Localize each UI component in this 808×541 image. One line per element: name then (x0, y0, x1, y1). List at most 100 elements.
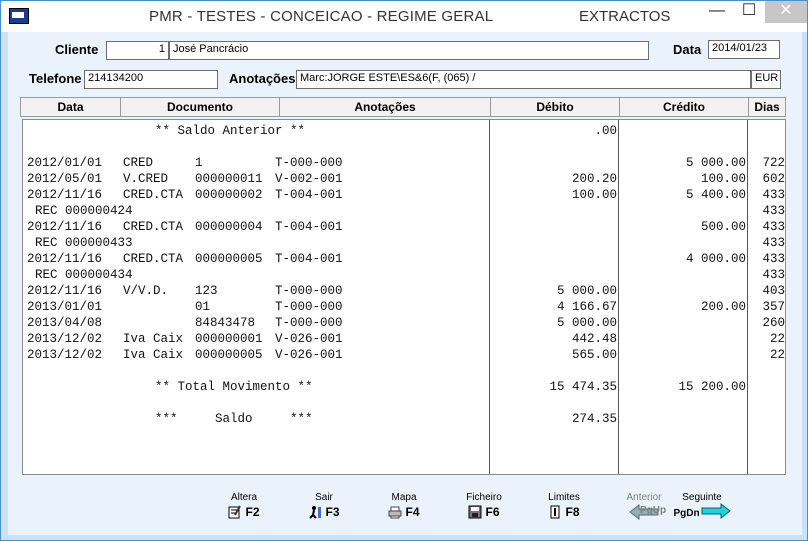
toolbar-button-key: PgUp (640, 505, 667, 516)
row-dias: 433 (762, 252, 785, 266)
row-date: 2012/11/16 (27, 220, 103, 234)
row-date: 2013/01/01 (27, 300, 103, 314)
row-debito: 4 166.67 (556, 300, 617, 314)
saldo-value: 274.35 (571, 412, 617, 426)
toolbar-button-key: F6 (485, 504, 500, 519)
cliente-label: Cliente (55, 42, 99, 57)
row-credito: 500.00 (700, 220, 746, 234)
toolbar-button-altera[interactable]: Altera F2 (214, 492, 274, 521)
toolbar-button-label: Anterior (626, 492, 662, 503)
row-dias: 433 (762, 236, 785, 250)
row-document: 000000001 (195, 332, 263, 346)
row-dias: 260 (762, 316, 785, 330)
toolbar-button-label: Ficheiro (466, 492, 502, 503)
row-document: 000000002 (195, 188, 263, 202)
toolbar-button-ficheiro[interactable]: Ficheiro F6 (454, 492, 514, 521)
row-document: 000000005 (195, 348, 263, 362)
movement-row: 2012/01/01 CRED 1 T-000-000 5 000.00 722 (23, 156, 785, 172)
movement-row: 2013/01/01 01 T-000-000 4 166.67 200.00 357 (23, 300, 785, 316)
toolbar-button-key: F3 (325, 504, 340, 519)
saldo-label: *** Saldo *** (155, 412, 313, 426)
col-header-credito[interactable]: Crédito (619, 97, 749, 117)
col-header-documento[interactable]: Documento (120, 97, 280, 117)
receipt-ref: REC 000000434 (35, 268, 133, 282)
app-icon[interactable] (9, 8, 29, 24)
row-annotation: T-000-000 (275, 156, 343, 170)
row-credito: 200.00 (700, 300, 746, 314)
total-movimento-label: ** Total Movimento ** (155, 380, 313, 394)
movement-row: 2012/11/16 V/V.D. 123 T-000-000 5 000.00 403 (23, 284, 785, 300)
anotacoes-field[interactable]: Marc:JORGE ESTE\ES&6(F, (065) / (296, 70, 751, 89)
receipt-ref: REC 000000433 (35, 236, 133, 250)
row-dias: 602 (762, 172, 785, 186)
row-annotation: T-000-000 (275, 300, 343, 314)
movement-row: 2013/12/02 Iva Caix 000000001 V-026-001 442.… (23, 332, 785, 348)
total-credito: 15 200.00 (678, 380, 746, 394)
row-annotation: V-026-001 (275, 332, 343, 346)
extract-report[interactable]: ** Saldo Anterior ** .00 2012/01/01 CRED 1… (22, 119, 786, 475)
saldo-anterior-row: ** Saldo Anterior ** .00 (23, 124, 785, 140)
minimize-button[interactable]: — (701, 1, 733, 23)
row-document: 01 (195, 300, 211, 314)
toolbar-button-label: Seguinte (682, 492, 722, 503)
row-type: Iva Caix (123, 332, 184, 346)
row-credito: 5 000.00 (685, 156, 746, 170)
telefone-label: Telefone (29, 71, 82, 86)
row-dias: 22 (769, 348, 785, 362)
row-date: 2012/11/16 (27, 188, 103, 202)
toolbar-button-mapa[interactable]: Mapa F4 (374, 492, 434, 521)
col-header-dias[interactable]: Dias (748, 97, 786, 117)
row-debito: 5 000.00 (556, 316, 617, 330)
edit-icon (228, 505, 242, 519)
window-title: PMR - TESTES - CONCEICAO - REGIME GERAL (149, 8, 494, 25)
row-dias: 722 (762, 156, 785, 170)
row-annotation: V-026-001 (275, 348, 343, 362)
col-header-debito[interactable]: Débito (490, 97, 620, 117)
row-annotation: T-000-000 (275, 284, 343, 298)
cliente-name-field[interactable]: José Pancrácio (169, 41, 649, 60)
row-credito: 4 000.00 (685, 252, 746, 266)
telefone-field[interactable]: 214134200 (84, 70, 218, 89)
row-type: CRED.CTA (123, 220, 184, 234)
row-dias: 433 (762, 268, 785, 282)
toolbar-button-sair[interactable]: Sair F3 (294, 492, 354, 521)
row-debito: 200.20 (571, 172, 617, 186)
row-type: Iva Caix (123, 348, 184, 362)
row-document: 000000011 (195, 172, 263, 186)
row-date: 2012/05/01 (27, 172, 103, 186)
arrow-right-icon (701, 502, 731, 524)
row-type: V/V.D. (123, 284, 169, 298)
col-header-data[interactable]: Data (20, 97, 121, 117)
extractos-window: PMR - TESTES - CONCEICAO - REGIME GERAL … (0, 0, 808, 541)
row-credito: 100.00 (700, 172, 746, 186)
receipt-subrow: REC 000000434 433 (23, 268, 785, 284)
currency-field[interactable]: EUR (751, 70, 781, 89)
toolbar-button-limites[interactable]: Limites F8 (534, 492, 594, 521)
col-header-anotacoes[interactable]: Anotações (279, 97, 491, 117)
row-date: 2013/04/08 (27, 316, 103, 330)
close-button[interactable]: ✕ (765, 1, 807, 23)
total-movimento-row: ** Total Movimento ** 15 474.35 15 200.0… (23, 380, 785, 396)
cliente-number-field[interactable]: 1 (106, 41, 169, 60)
toolbar-button-key: PgDn (673, 508, 700, 519)
row-dias: 357 (762, 300, 785, 314)
row-dias: 22 (769, 332, 785, 346)
movement-row: 2012/11/16 CRED.CTA 000000002 T-004-001 100.… (23, 188, 785, 204)
window-subtitle: EXTRACTOS (579, 8, 671, 25)
toolbar-button-label: Sair (315, 492, 333, 503)
receipt-ref: REC 000000424 (35, 204, 133, 218)
receipt-subrow: REC 000000433 433 (23, 236, 785, 252)
row-annotation: V-002-001 (275, 172, 343, 186)
movement-row: 2012/11/16 CRED.CTA 000000005 T-004-001 4 00… (23, 252, 785, 268)
printer-icon (388, 505, 402, 519)
toolbar-button-seguinte[interactable]: Seguinte PgDn (672, 492, 732, 521)
receipt-subrow: REC 000000424 433 (23, 204, 785, 220)
title-bar[interactable]: PMR - TESTES - CONCEICAO - REGIME GERAL … (1, 1, 807, 32)
row-dias: 433 (762, 204, 785, 218)
row-annotation: T-004-001 (275, 252, 343, 266)
content-area: Cliente 1 José Pancrácio Data 2014/01/23… (8, 32, 802, 535)
row-debito: 5 000.00 (556, 284, 617, 298)
maximize-button[interactable]: ☐ (733, 1, 765, 23)
toolbar-button-label: Mapa (391, 492, 417, 503)
date-field[interactable]: 2014/01/23 (708, 40, 780, 59)
